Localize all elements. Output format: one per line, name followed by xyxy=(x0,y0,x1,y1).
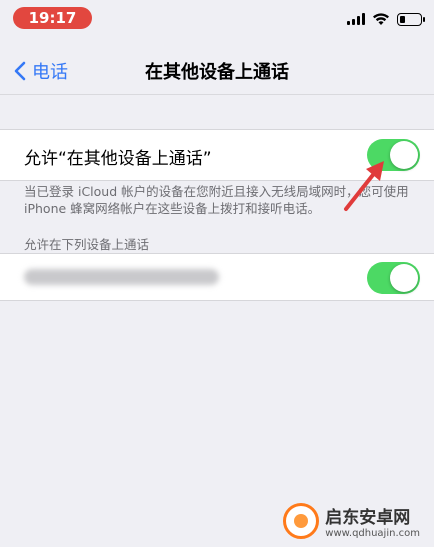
allow-calls-label: 允许“在其他设备上通话” xyxy=(24,149,212,169)
toggle-knob xyxy=(390,141,418,169)
toggle-knob xyxy=(390,264,418,292)
navigation-bar: 电话 在其他设备上通话 xyxy=(0,44,434,94)
watermark: 启东安卓网 www.qdhuajin.com xyxy=(283,503,420,539)
allow-calls-toggle[interactable] xyxy=(367,139,420,171)
device-name-blurred xyxy=(24,269,219,285)
watermark-logo-icon xyxy=(283,503,320,539)
time-display: 19:17 xyxy=(13,7,92,29)
page-title: 在其他设备上通话 xyxy=(145,62,289,83)
battery-icon xyxy=(397,12,425,26)
status-bar: 19:17 xyxy=(0,0,434,34)
device-toggle[interactable] xyxy=(367,262,420,294)
watermark-name: 启东安卓网 xyxy=(325,508,411,528)
nav-divider xyxy=(0,94,434,95)
cellular-signal-icon xyxy=(347,13,365,25)
status-icons xyxy=(347,12,425,26)
allow-calls-row: 允许“在其他设备上通话” xyxy=(0,129,434,181)
devices-section-header: 允许在下列设备上通话 xyxy=(24,237,150,252)
device-row xyxy=(0,253,434,301)
wifi-icon xyxy=(373,13,389,25)
watermark-url: www.qdhuajin.com xyxy=(325,528,420,539)
allow-calls-footnote: 当已登录 iCloud 帐户的设备在您附近且接入无线局域网时，您可使用 iPho… xyxy=(24,184,409,216)
